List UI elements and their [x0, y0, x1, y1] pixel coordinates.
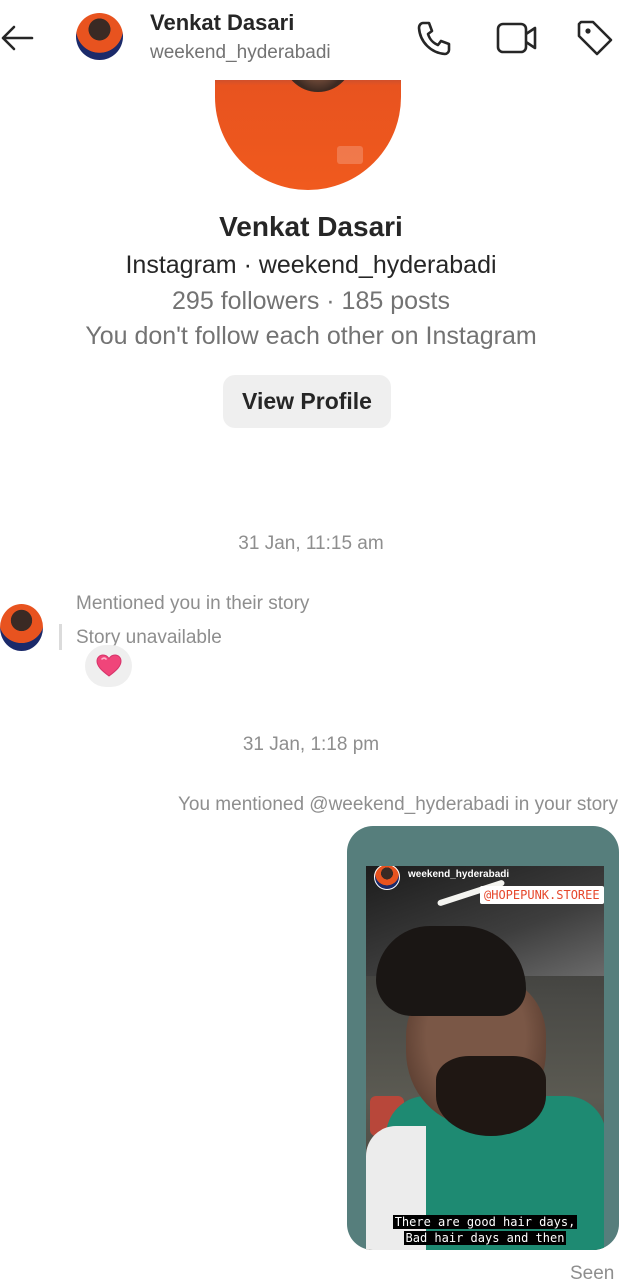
- heart-icon: [95, 654, 122, 677]
- view-profile-button[interactable]: View Profile: [223, 375, 391, 428]
- profile-stats-line: 295 followers · 185 posts: [172, 287, 450, 315]
- tag-icon: [577, 20, 613, 56]
- incoming-mention-text: Mentioned you in their story: [76, 593, 310, 614]
- timestamp: 31 Jan, 11:15 am: [238, 533, 384, 554]
- video-camera-icon: [496, 22, 537, 54]
- story-card[interactable]: weekend_hyderabadi @HOPEPUNK.STOREE Ther…: [347, 826, 619, 1250]
- story-image[interactable]: weekend_hyderabadi @HOPEPUNK.STOREE Ther…: [366, 866, 604, 1250]
- profile-name: Venkat Dasari: [219, 211, 403, 242]
- story-username: weekend_hyderabadi: [408, 869, 510, 880]
- seen-status: Seen: [570, 1263, 615, 1284]
- profile-photo-logo: [337, 146, 363, 164]
- sender-avatar[interactable]: [0, 604, 43, 651]
- timestamp: 31 Jan, 1:18 pm: [242, 734, 380, 755]
- video-call-button[interactable]: [495, 18, 537, 58]
- tag-button[interactable]: [575, 18, 615, 58]
- header-contact-handle[interactable]: weekend_hyderabadi: [150, 42, 331, 64]
- outgoing-mention-text: You mentioned @weekend_hyderabadi in you…: [177, 794, 618, 815]
- reply-quote-bar: [59, 624, 62, 650]
- back-arrow-icon: [1, 25, 34, 51]
- reaction-bubble[interactable]: [85, 645, 132, 687]
- header-avatar[interactable]: [76, 13, 123, 60]
- voice-call-button[interactable]: [414, 18, 454, 58]
- story-caption-line: There are good hair days,: [392, 1215, 578, 1229]
- mention-sticker: @HOPEPUNK.STOREE: [480, 886, 604, 904]
- header-contact-name[interactable]: Venkat Dasari: [150, 10, 294, 36]
- phone-icon: [417, 21, 451, 56]
- chat-header: Venkat Dasari weekend_hyderabadi: [0, 0, 622, 80]
- story-caption: There are good hair days, Bad hair days …: [380, 1214, 590, 1246]
- story-caption-line: Bad hair days and then: [403, 1231, 567, 1245]
- person-beard: [436, 1056, 546, 1136]
- profile-platform-line: Instagram · weekend_hyderabadi: [125, 251, 497, 279]
- back-button[interactable]: [0, 18, 36, 58]
- profile-relation-line: You don't follow each other on Instagram: [85, 322, 537, 350]
